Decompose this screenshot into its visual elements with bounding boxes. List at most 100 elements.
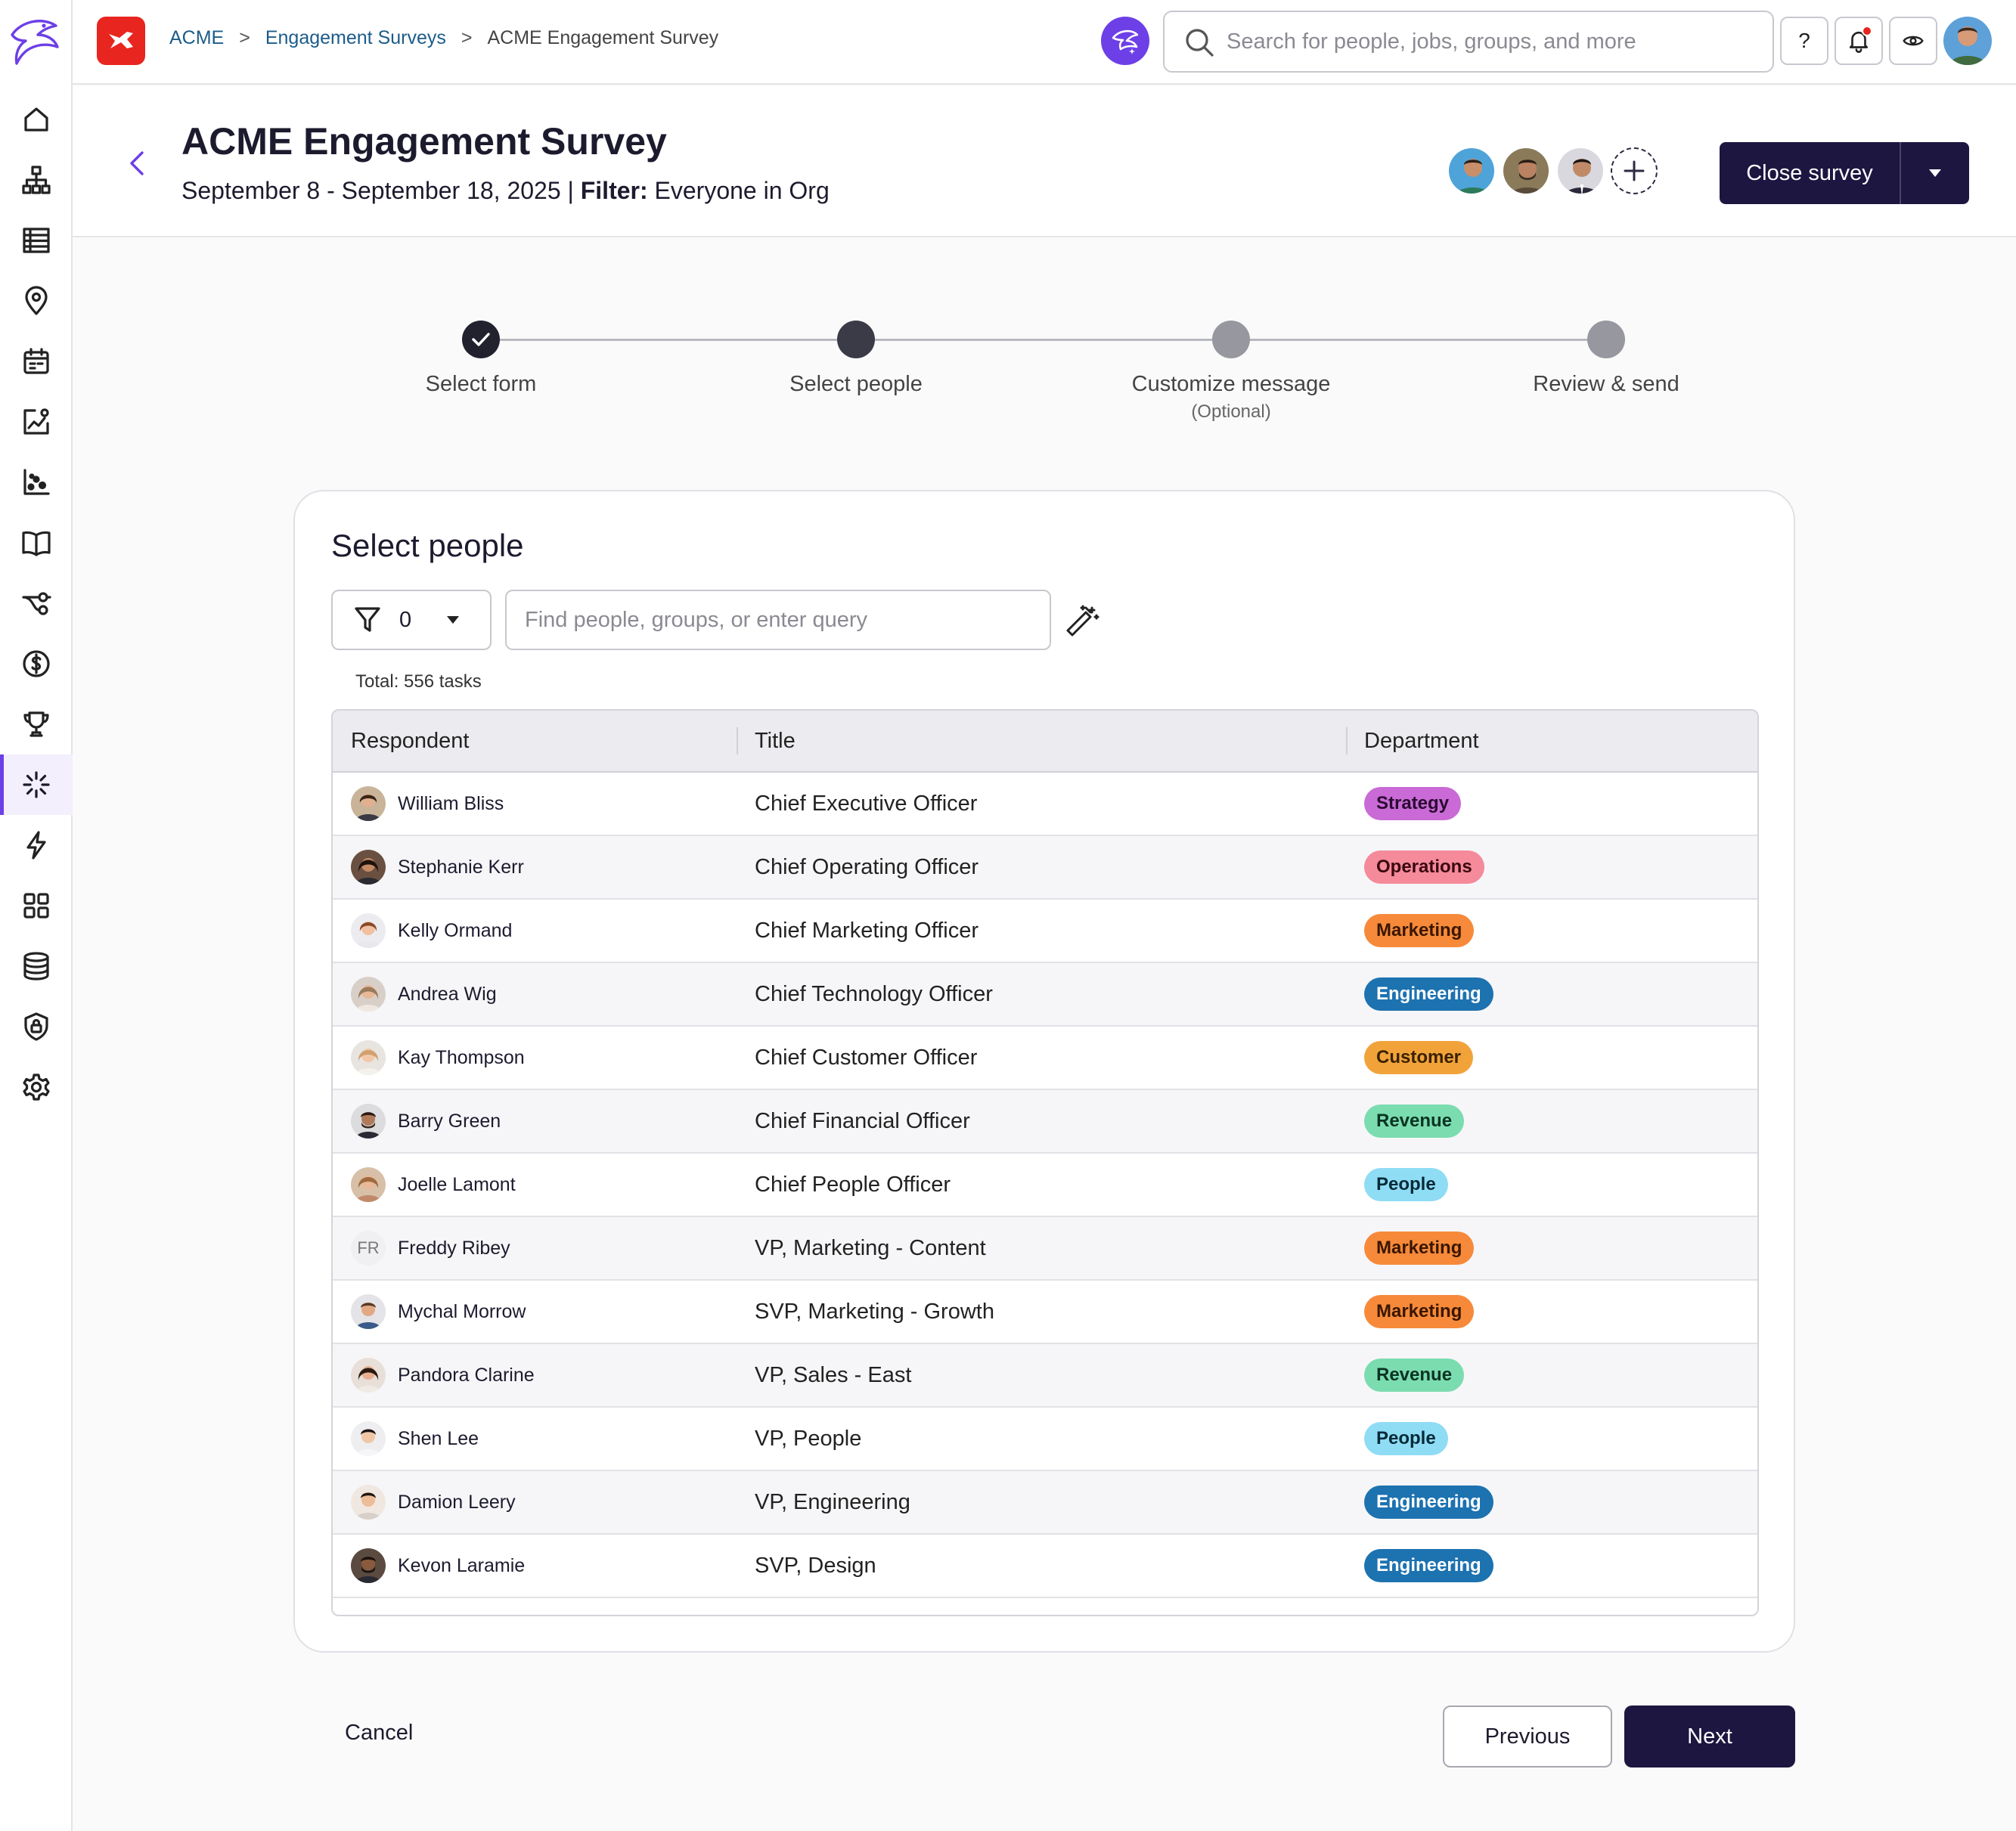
- breadcrumb-acme[interactable]: ACME: [169, 27, 224, 49]
- app-logo-icon[interactable]: [8, 14, 64, 67]
- department-cell: Engineering: [1346, 977, 1757, 1011]
- department-badge: Engineering: [1364, 977, 1493, 1011]
- home-icon: [24, 107, 48, 132]
- notification-dot: [1862, 26, 1872, 36]
- table-row[interactable]: FR Freddy Ribey VP, Marketing - Content …: [333, 1217, 1757, 1281]
- column-header-title[interactable]: Title: [737, 711, 1346, 771]
- close-survey-menu-button[interactable]: [1901, 142, 1969, 204]
- sidebar: [0, 0, 73, 1831]
- sidebar-item-reports[interactable]: [0, 392, 73, 452]
- department-badge: Marketing: [1364, 914, 1475, 947]
- title-cell: Chief Marketing Officer: [755, 918, 979, 943]
- cancel-button[interactable]: Cancel: [345, 1721, 413, 1746]
- table-icon: [23, 228, 50, 253]
- database-icon: [23, 952, 49, 981]
- step-select-form[interactable]: Select form: [330, 321, 632, 397]
- sidebar-item-automations[interactable]: [0, 815, 73, 875]
- respondent-cell: Kevon Laramie: [333, 1548, 737, 1583]
- plus-icon: [1624, 160, 1645, 181]
- sidebar-item-settings[interactable]: [0, 1057, 73, 1117]
- table-row[interactable]: Shen Lee VP, People People: [333, 1408, 1757, 1471]
- breadcrumb-engagement-surveys[interactable]: Engagement Surveys: [265, 27, 446, 49]
- sidebar-item-compensation[interactable]: [0, 634, 73, 694]
- sidebar-item-calendar[interactable]: [0, 331, 73, 392]
- global-search[interactable]: [1163, 11, 1774, 73]
- sidebar-nav: [0, 89, 73, 1117]
- sidebar-item-data[interactable]: [0, 936, 73, 996]
- people-search[interactable]: [505, 590, 1051, 650]
- back-arrow-icon[interactable]: [123, 148, 153, 178]
- table-row[interactable]: Mychal Morrow SVP, Marketing - Growth Ma…: [333, 1281, 1757, 1344]
- step-select-people[interactable]: Select people: [705, 321, 1007, 397]
- department-cell: Revenue: [1346, 1359, 1757, 1392]
- sidebar-item-analytics[interactable]: [0, 452, 73, 513]
- help-button[interactable]: ?: [1780, 17, 1828, 65]
- sidebar-item-workflows[interactable]: [0, 573, 73, 634]
- department-badge: Strategy: [1364, 787, 1462, 820]
- close-survey-button[interactable]: Close survey: [1720, 142, 1901, 204]
- select-people-card: Select people 0 Total: 556 tasks Respond…: [293, 490, 1795, 1653]
- table-row[interactable]: Barry Green Chief Financial Officer Reve…: [333, 1090, 1757, 1154]
- step-label: Select form: [425, 372, 537, 396]
- collaborator-avatar[interactable]: [1502, 147, 1550, 195]
- table-row[interactable]: Damion Leery VP, Engineering Engineering: [333, 1471, 1757, 1535]
- table-row[interactable]: Kay Thompson Chief Customer Officer Cust…: [333, 1027, 1757, 1090]
- user-avatar[interactable]: [1943, 17, 1992, 65]
- respondent-avatar: [351, 913, 386, 948]
- next-button[interactable]: Next: [1624, 1706, 1795, 1767]
- step-optional-label: (Optional): [1191, 401, 1271, 422]
- add-collaborator-button[interactable]: [1611, 147, 1658, 194]
- respondent-avatar: [351, 1485, 386, 1520]
- ai-assistant-icon: [1112, 29, 1139, 54]
- previous-button[interactable]: Previous: [1443, 1706, 1612, 1767]
- company-logo[interactable]: [97, 17, 145, 65]
- column-header-respondent[interactable]: Respondent: [333, 711, 737, 771]
- step-current-dot: [837, 321, 875, 358]
- top-bar: ACME > Engagement Surveys > ACME Engagem…: [73, 0, 2016, 85]
- table-row[interactable]: Pandora Clarine VP, Sales - East Revenue: [333, 1344, 1757, 1408]
- respondent-avatar: [351, 1358, 386, 1393]
- table-row[interactable]: Kevon Laramie SVP, Design Engineering: [333, 1535, 1757, 1598]
- table-row[interactable]: Joelle Lamont Chief People Officer Peopl…: [333, 1154, 1757, 1217]
- sidebar-item-locations[interactable]: [0, 271, 73, 331]
- chart-image-icon: [23, 408, 49, 435]
- table-row[interactable]: Stephanie Kerr Chief Operating Officer O…: [333, 836, 1757, 900]
- notifications-button[interactable]: [1835, 17, 1883, 65]
- ai-assistant-button[interactable]: [1101, 17, 1149, 65]
- gear-icon: [23, 1074, 50, 1101]
- sidebar-item-home[interactable]: [0, 89, 73, 150]
- table-row[interactable]: William Bliss Chief Executive Officer St…: [333, 773, 1757, 836]
- collaborator-avatar[interactable]: [1556, 147, 1605, 195]
- sidebar-item-org-chart[interactable]: [0, 150, 73, 210]
- shield-lock-icon: [24, 1012, 48, 1041]
- sidebar-item-goals[interactable]: [0, 694, 73, 754]
- table-row[interactable]: Kelly Ormand Chief Marketing Officer Mar…: [333, 900, 1757, 963]
- respondent-name: Mychal Morrow: [398, 1300, 526, 1322]
- view-as-button[interactable]: [1889, 17, 1937, 65]
- respondent-cell: Damion Leery: [333, 1485, 737, 1520]
- column-header-department[interactable]: Department: [1346, 711, 1757, 771]
- sidebar-item-table[interactable]: [0, 210, 73, 271]
- filter-dropdown[interactable]: 0: [331, 590, 492, 650]
- collaborator-avatar[interactable]: [1447, 147, 1496, 195]
- sidebar-item-apps[interactable]: [0, 875, 73, 936]
- respondents-table: Respondent Title Department William Blis…: [331, 709, 1759, 1616]
- table-row[interactable]: Andrea Wig Chief Technology Officer Engi…: [333, 963, 1757, 1027]
- department-badge: Operations: [1364, 850, 1484, 884]
- respondent-avatar: [351, 1294, 386, 1329]
- respondent-cell: Mychal Morrow: [333, 1294, 737, 1329]
- step-review-send[interactable]: Review & send: [1455, 321, 1757, 397]
- respondent-cell: FR Freddy Ribey: [333, 1231, 737, 1266]
- global-search-input[interactable]: [1227, 29, 1773, 54]
- respondent-name: Joelle Lamont: [398, 1173, 516, 1195]
- sidebar-item-learning[interactable]: [0, 513, 73, 573]
- sidebar-item-engagement[interactable]: [0, 754, 73, 815]
- sidebar-item-security[interactable]: [0, 996, 73, 1057]
- step-customize-message[interactable]: Customize message (Optional): [1080, 321, 1382, 423]
- respondent-name: Freddy Ribey: [398, 1237, 510, 1259]
- magic-wand-icon[interactable]: [1063, 602, 1101, 640]
- breadcrumb-separator: >: [461, 27, 473, 48]
- respondent-avatar: [351, 1040, 386, 1075]
- people-search-input[interactable]: [525, 607, 1050, 633]
- title-cell: Chief Operating Officer: [755, 854, 979, 879]
